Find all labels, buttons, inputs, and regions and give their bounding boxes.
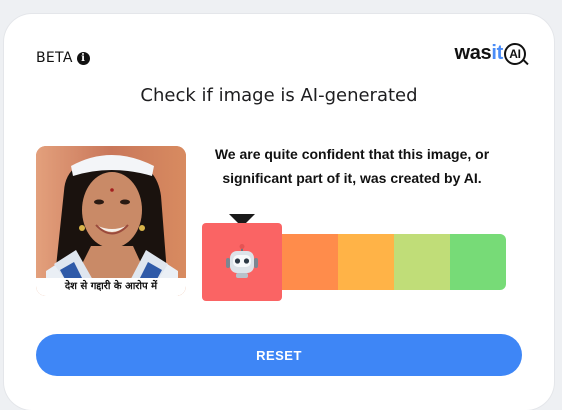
- uploaded-image: देश से गद्दारी के आरोप में: [36, 146, 186, 296]
- info-icon[interactable]: i: [76, 51, 90, 65]
- logo-prefix: was: [454, 42, 492, 64]
- confidence-scale: [202, 223, 506, 301]
- reset-button[interactable]: RESET: [36, 334, 522, 376]
- wasitai-logo[interactable]: was it AI: [454, 42, 526, 65]
- photo-caption: देश से गद्दारी के आरोप में: [36, 278, 186, 296]
- scale-segment-2: [282, 234, 338, 290]
- beta-badge: BETA i: [36, 50, 90, 66]
- scale-segment-human: [450, 234, 506, 290]
- scale-segment-ai: [202, 223, 282, 301]
- verdict-text: We are quite confident that this image, …: [214, 146, 490, 186]
- scale-segment-3: [338, 234, 394, 290]
- scale-segment-4: [394, 234, 450, 290]
- portrait-image: [36, 146, 186, 296]
- beta-label: BETA: [36, 50, 73, 66]
- robot-icon: [226, 244, 258, 278]
- page-title: Check if image is AI-generated: [140, 85, 418, 106]
- logo-badge-icon: AI: [504, 42, 526, 65]
- detector-card: BETA i was it AI Check if image is AI-gene…: [4, 14, 554, 410]
- logo-accent: it: [491, 42, 503, 64]
